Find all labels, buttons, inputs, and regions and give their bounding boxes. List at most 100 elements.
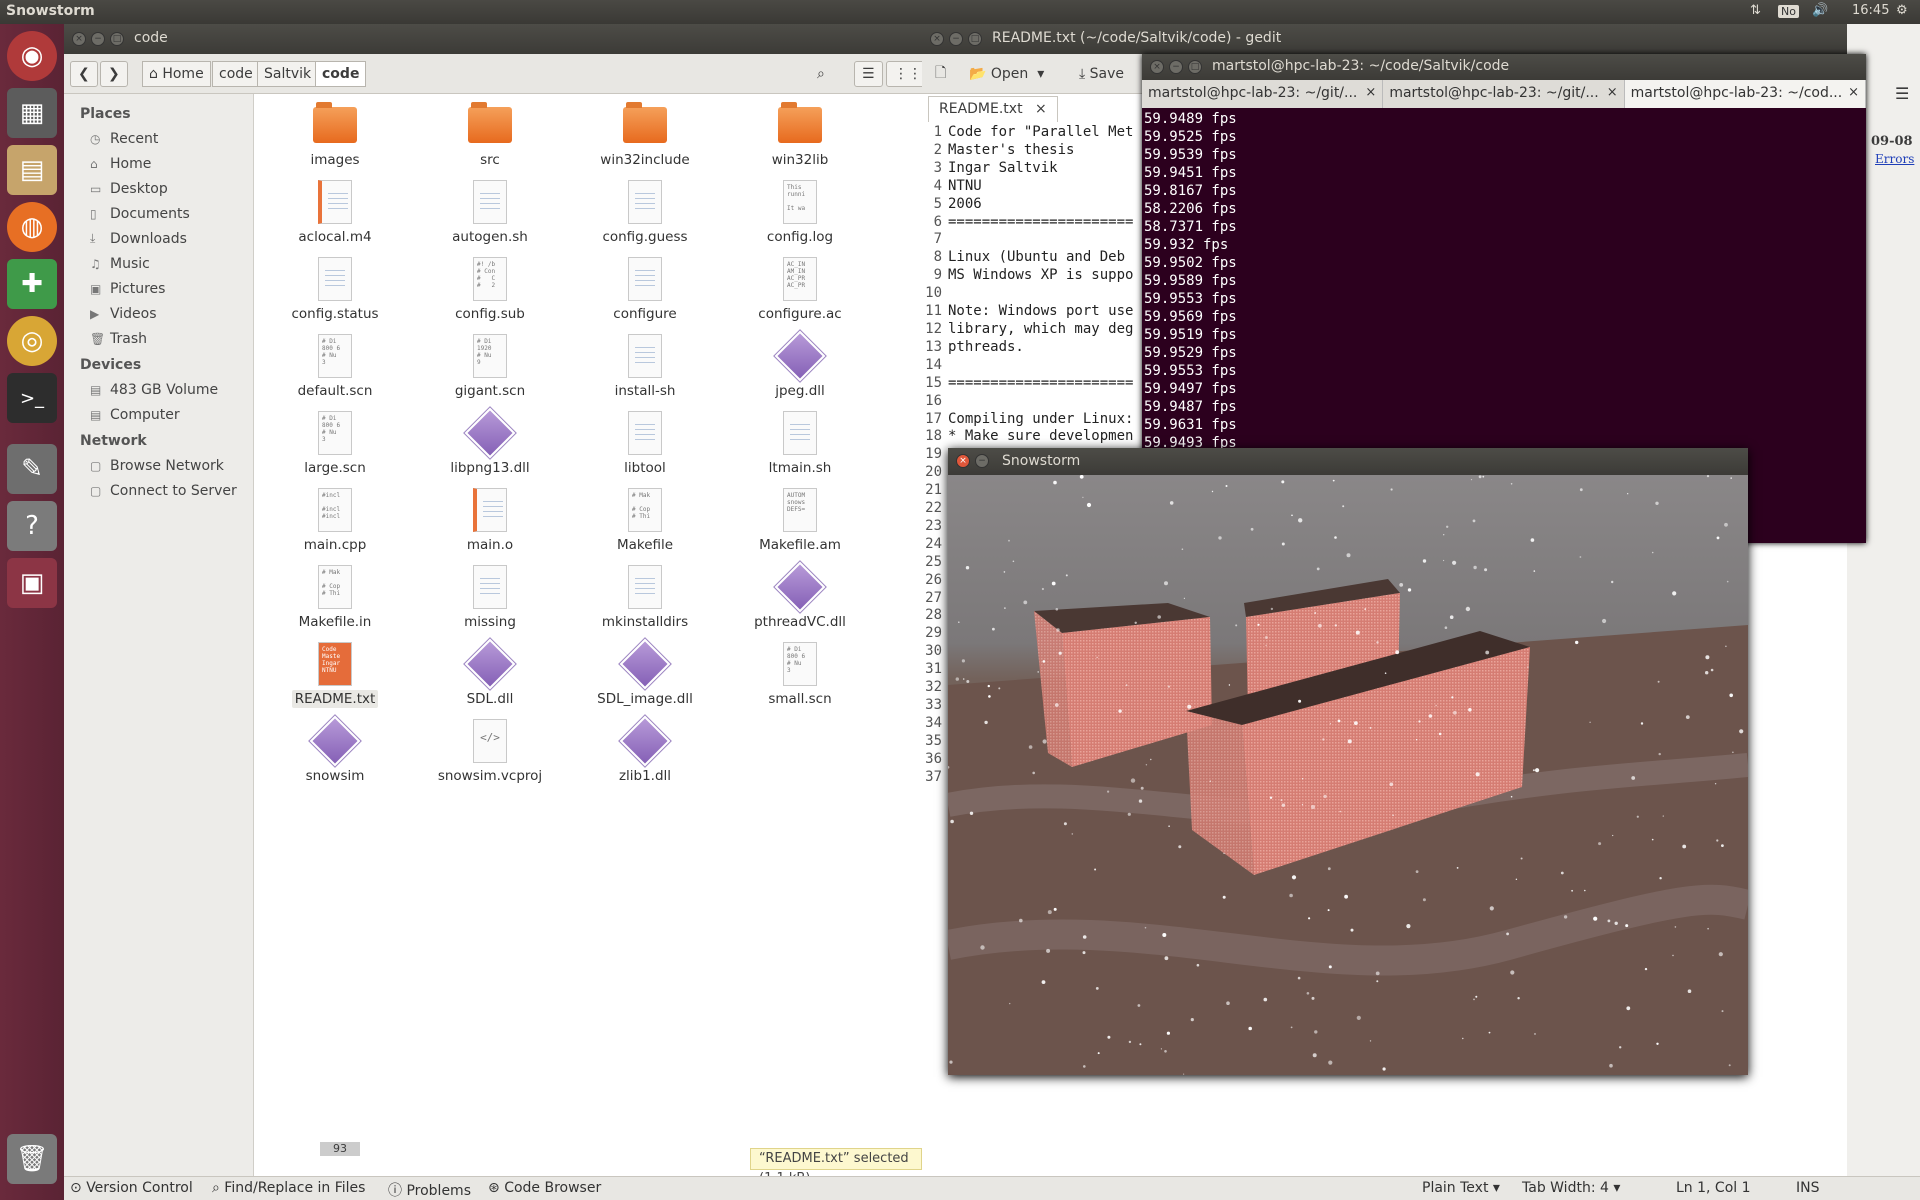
close-icon[interactable]: × <box>72 32 86 46</box>
clock[interactable]: 16:45 <box>1852 3 1889 18</box>
file-item[interactable]: configure <box>570 256 720 323</box>
file-item[interactable]: # Mak # Cop # Thi Makefile.in <box>260 564 410 631</box>
file-item[interactable]: # Di 800 6 # Nu 3 large.scn <box>260 410 410 477</box>
file-item[interactable]: # Di 800 6 # Nu 3 default.scn <box>260 333 410 400</box>
file-item[interactable]: This runni It wa config.log <box>725 179 875 246</box>
close-tab-icon[interactable]: × <box>1365 80 1376 106</box>
search-icon[interactable]: ⌕ <box>810 61 832 87</box>
chrome-icon[interactable]: ◎ <box>7 316 57 366</box>
file-item[interactable]: # Di 800 6 # Nu 3 small.scn <box>725 641 875 708</box>
terminal-icon[interactable]: >_ <box>7 373 57 423</box>
file-item[interactable]: # Mak # Cop # Thi Makefile <box>570 487 720 554</box>
file-item[interactable]: snowsim <box>260 715 410 785</box>
sidebar-item-volume[interactable]: ▤ 483 GB Volume <box>64 377 253 402</box>
minimize-icon[interactable]: − <box>1169 60 1183 74</box>
close-tab-icon[interactable]: × <box>1607 80 1618 106</box>
sidebar-item-trash[interactable]: 🗑 Trash <box>64 326 253 351</box>
maximize-icon[interactable]: □ <box>968 32 982 46</box>
open-button[interactable]: 📂 Open ▾ <box>962 61 1051 87</box>
calculator-icon[interactable]: ▦ <box>7 88 57 138</box>
sidebar-item-music[interactable]: ♫ Music <box>64 251 253 276</box>
maximize-icon[interactable]: □ <box>1188 60 1202 74</box>
close-tab-icon[interactable]: × <box>1035 101 1047 117</box>
file-manager-titlebar[interactable]: × − □ code <box>64 24 922 54</box>
files-icon[interactable]: ▤ <box>7 145 57 195</box>
terminal-tab[interactable]: martstol@hpc-lab-23: ~/git/... × <box>1142 80 1384 108</box>
file-item[interactable]: main.o <box>415 487 565 554</box>
file-item[interactable]: install-sh <box>570 333 720 400</box>
file-item[interactable]: ltmain.sh <box>725 410 875 477</box>
language-selector[interactable]: Plain Text ▾ <box>1422 1180 1500 1196</box>
minimize-icon[interactable]: − <box>975 454 989 468</box>
sidebar-item-connect-server[interactable]: ▢ Connect to Server <box>64 478 253 503</box>
problems-button[interactable]: ⓘ Problems <box>388 1180 471 1200</box>
close-tab-icon[interactable]: × <box>1848 80 1859 106</box>
trash-icon[interactable]: 🗑 <box>7 1134 57 1184</box>
network-tool-icon[interactable]: ✚ <box>7 259 57 309</box>
ubuntu-dash-icon[interactable]: ◉ <box>7 31 57 81</box>
file-item[interactable]: SDL_image.dll <box>570 638 720 708</box>
code-browser-button[interactable]: ⊛ Code Browser <box>488 1180 601 1196</box>
terminal-output[interactable]: 59.9489 fps 59.9525 fps 59.9539 fps 59.9451… <box>1144 110 1237 452</box>
file-item[interactable]: jpeg.dll <box>725 330 875 400</box>
gedit-titlebar[interactable]: × − □ README.txt (~/code/Saltvik/code) - g… <box>922 24 1847 54</box>
file-item[interactable]: libtool <box>570 410 720 477</box>
list-view-icon[interactable]: ☰ <box>854 61 883 87</box>
find-replace-button[interactable]: ⌕ Find/Replace in Files <box>212 1180 365 1196</box>
terminal-tab-active[interactable]: martstol@hpc-lab-23: ~/cod... × <box>1624 80 1866 108</box>
file-item[interactable]: images <box>260 102 410 169</box>
maximize-icon[interactable]: □ <box>110 32 124 46</box>
file-item[interactable]: AC_IN AM_IN AC_PR AC_PR configure.ac <box>725 256 875 323</box>
sidebar-item-pictures[interactable]: ▣ Pictures <box>64 276 253 301</box>
file-item[interactable]: libpng13.dll <box>415 407 565 477</box>
file-item[interactable]: mkinstalldirs <box>570 564 720 631</box>
breadcrumb-code[interactable]: code <box>212 61 260 87</box>
file-item[interactable]: win32lib <box>725 102 875 169</box>
save-button[interactable]: ⤓ Save <box>1072 61 1131 87</box>
snowstorm-render-view[interactable] <box>948 474 1748 1075</box>
file-item[interactable]: aclocal.m4 <box>260 179 410 246</box>
file-item[interactable]: AUTOM snows DEFS= Makefile.am <box>725 487 875 554</box>
text-editor-icon[interactable]: ✎ <box>7 444 57 494</box>
breadcrumb-current[interactable]: code <box>315 61 367 87</box>
sidebar-item-browse-network[interactable]: ▢ Browse Network <box>64 453 253 478</box>
workspace-switcher-icon[interactable]: ▣ <box>7 558 57 608</box>
file-item[interactable]: #! /b # Con # C # 2 config.sub <box>415 256 565 323</box>
file-item[interactable]: src <box>415 102 565 169</box>
snowstorm-titlebar[interactable]: × − Snowstorm <box>948 448 1748 475</box>
firefox-icon[interactable]: ◍ <box>7 202 57 252</box>
volume-icon[interactable]: 🔊 <box>1812 3 1828 18</box>
terminal-titlebar[interactable]: × − □ martstol@hpc-lab-23: ~/code/Saltvik/… <box>1142 54 1866 80</box>
gear-icon[interactable]: ⚙ <box>1896 3 1908 18</box>
file-item[interactable]: win32include <box>570 102 720 169</box>
grid-view-icon[interactable]: ⋮⋮ <box>886 61 922 87</box>
sidebar-item-downloads[interactable]: ⤓ Downloads <box>64 226 253 251</box>
file-item[interactable]: missing <box>415 564 565 631</box>
file-item[interactable]: Code Maste Ingar NTNU README.txt <box>260 641 410 708</box>
sidebar-item-desktop[interactable]: ▭ Desktop <box>64 176 253 201</box>
file-item[interactable]: SDL.dll <box>415 638 565 708</box>
file-item[interactable]: zlib1.dll <box>570 715 720 785</box>
version-control-button[interactable]: ⊙ Version Control <box>70 1180 193 1196</box>
network-icon[interactable]: ⇅ <box>1750 3 1761 18</box>
menu-icon[interactable]: ☰ <box>1895 84 1909 103</box>
file-item[interactable]: # Di 1920 # Nu 9 gigant.scn <box>415 333 565 400</box>
file-item[interactable]: </> snowsim.vcproj <box>415 718 565 785</box>
terminal-tab[interactable]: martstol@hpc-lab-23: ~/git/... × <box>1383 80 1625 108</box>
close-icon[interactable]: × <box>930 32 944 46</box>
sidebar-item-documents[interactable]: ▯ Documents <box>64 201 253 226</box>
errors-link[interactable]: Errors <box>1875 152 1914 166</box>
file-item[interactable]: config.status <box>260 256 410 323</box>
keyboard-layout-indicator[interactable]: No <box>1778 5 1799 18</box>
sidebar-item-recent[interactable]: ◷ Recent <box>64 126 253 151</box>
sidebar-item-home[interactable]: ⌂ Home <box>64 151 253 176</box>
new-document-icon[interactable]: 🗋 <box>928 61 953 87</box>
back-button[interactable]: ❮ <box>70 61 98 87</box>
minimize-icon[interactable]: − <box>91 32 105 46</box>
file-item[interactable]: config.guess <box>570 179 720 246</box>
breadcrumb-home[interactable]: ⌂ Home <box>142 61 211 87</box>
forward-button[interactable]: ❯ <box>100 61 128 87</box>
file-item[interactable]: pthreadVC.dll <box>725 561 875 631</box>
close-icon[interactable]: × <box>1150 60 1164 74</box>
sidebar-item-videos[interactable]: ▶ Videos <box>64 301 253 326</box>
